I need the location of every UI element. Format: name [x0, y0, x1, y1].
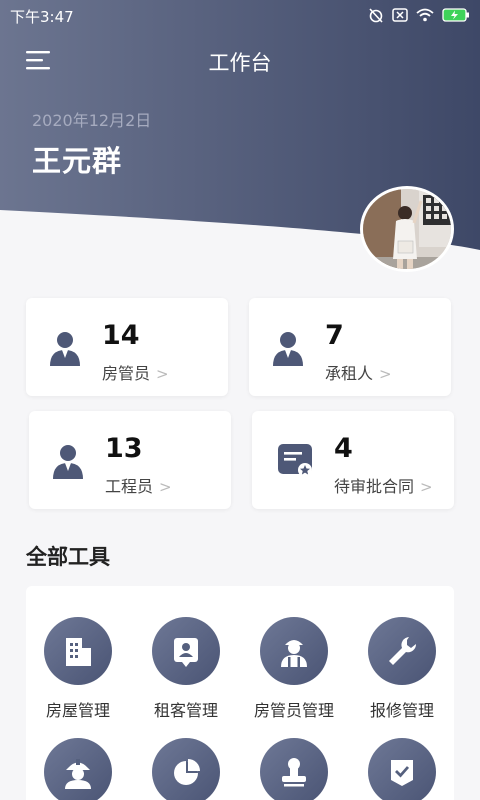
tool-item[interactable] [132, 738, 240, 800]
stamp-icon [282, 758, 306, 787]
check-shield-icon [391, 760, 413, 786]
page-title: 工作台 [208, 51, 272, 75]
tool-manager-management[interactable]: 房管员管理 [240, 617, 348, 721]
tool-house-management[interactable]: 房屋管理 [24, 617, 132, 721]
status-bar: 下午3:47 [0, 0, 480, 30]
tool-item[interactable] [24, 738, 132, 800]
stat-card-engineers[interactable]: 13 工程员 > [29, 411, 231, 509]
avatar[interactable] [360, 186, 454, 272]
stat-value: 4 [334, 433, 353, 464]
tool-label: 报修管理 [369, 701, 434, 720]
user-name: 王元群 [32, 144, 123, 178]
tool-item[interactable] [348, 738, 456, 800]
wifi-icon [416, 8, 434, 22]
stat-label: 房管员 [102, 364, 151, 383]
stat-card-housing-managers[interactable]: 14 房管员 > [26, 298, 228, 396]
battery-charging-icon [442, 8, 469, 22]
building-icon [66, 638, 91, 666]
tool-tenant-management[interactable]: 租客管理 [132, 617, 240, 721]
person-icon [50, 332, 80, 366]
stat-label: 待审批合同 [334, 477, 415, 496]
tool-item[interactable] [240, 738, 348, 800]
stat-card-pending-contracts[interactable]: 4 待审批合同 > [252, 411, 454, 509]
stat-card-tenants[interactable]: 7 承租人 > [249, 298, 451, 396]
tool-repair-management[interactable]: 报修管理 [348, 617, 456, 721]
stat-value: 13 [105, 433, 143, 464]
tools-panel: 房屋管理 租客管理 房管员管理 报修管理 [26, 586, 454, 800]
tool-label: 房管员管理 [253, 701, 334, 720]
chevron-right-icon: > [159, 478, 172, 496]
wrench-icon [389, 637, 417, 665]
id-card-icon [174, 638, 198, 667]
chevron-right-icon: > [156, 365, 169, 383]
current-date: 2020年12月2日 [32, 111, 152, 130]
chevron-right-icon: > [379, 365, 392, 383]
stat-label: 工程员 [105, 477, 154, 496]
alarm-off-icon [369, 8, 383, 23]
status-time: 下午3:47 [10, 8, 74, 26]
tool-label: 租客管理 [153, 701, 218, 720]
chevron-right-icon: > [420, 478, 433, 496]
worker-icon [281, 640, 307, 667]
stat-value: 14 [102, 320, 140, 351]
person-icon [273, 332, 303, 366]
sim-off-icon [392, 8, 408, 22]
stat-value: 7 [325, 320, 344, 351]
contract-icon [278, 444, 312, 477]
person-icon [53, 445, 83, 479]
tool-label: 房屋管理 [45, 701, 110, 720]
tools-section-title: 全部工具 [26, 545, 110, 569]
pie-chart-icon [174, 759, 200, 785]
stat-label: 承租人 [325, 364, 374, 383]
hardhat-icon [65, 759, 91, 789]
